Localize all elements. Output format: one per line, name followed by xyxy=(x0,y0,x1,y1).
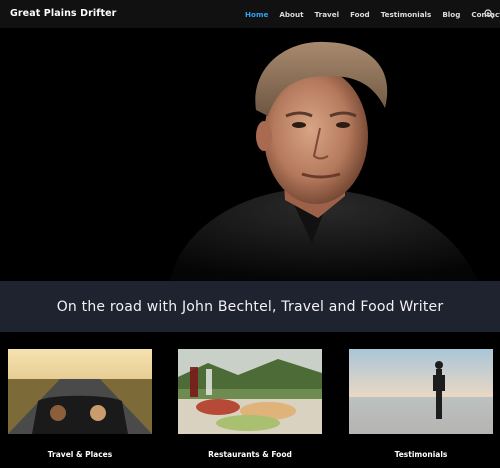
testimonials-thumbnail[interactable] xyxy=(349,349,493,434)
site-header: Great Plains Drifter Home About Travel F… xyxy=(0,0,500,28)
feature-section: Travel & Places Restaurants & Food Testi… xyxy=(0,332,500,468)
travel-thumbnail[interactable] xyxy=(8,349,152,434)
hero-image xyxy=(0,28,500,281)
nav-about[interactable]: About xyxy=(279,10,303,19)
main-nav: Home About Travel Food Testimonials Blog… xyxy=(245,0,500,28)
tagline-text: On the road with John Bechtel, Travel an… xyxy=(56,298,444,315)
nav-home[interactable]: Home xyxy=(245,10,268,19)
nav-travel[interactable]: Travel xyxy=(315,10,340,19)
site-logo[interactable]: Great Plains Drifter xyxy=(10,8,116,19)
feature-card-testimonials[interactable]: Testimonials xyxy=(349,349,493,459)
portrait-image xyxy=(0,28,500,281)
feature-card-title[interactable]: Testimonials xyxy=(349,450,493,459)
feature-card-title[interactable]: Travel & Places xyxy=(8,450,152,459)
search-icon[interactable] xyxy=(484,9,494,19)
nav-blog[interactable]: Blog xyxy=(442,10,460,19)
nav-testimonials[interactable]: Testimonials xyxy=(381,10,432,19)
tagline-band: On the road with John Bechtel, Travel an… xyxy=(0,281,500,332)
feature-card-travel[interactable]: Travel & Places xyxy=(8,349,152,459)
food-thumbnail[interactable] xyxy=(178,349,322,434)
feature-card-food[interactable]: Restaurants & Food xyxy=(178,349,322,459)
nav-food[interactable]: Food xyxy=(350,10,370,19)
feature-card-title[interactable]: Restaurants & Food xyxy=(178,450,322,459)
